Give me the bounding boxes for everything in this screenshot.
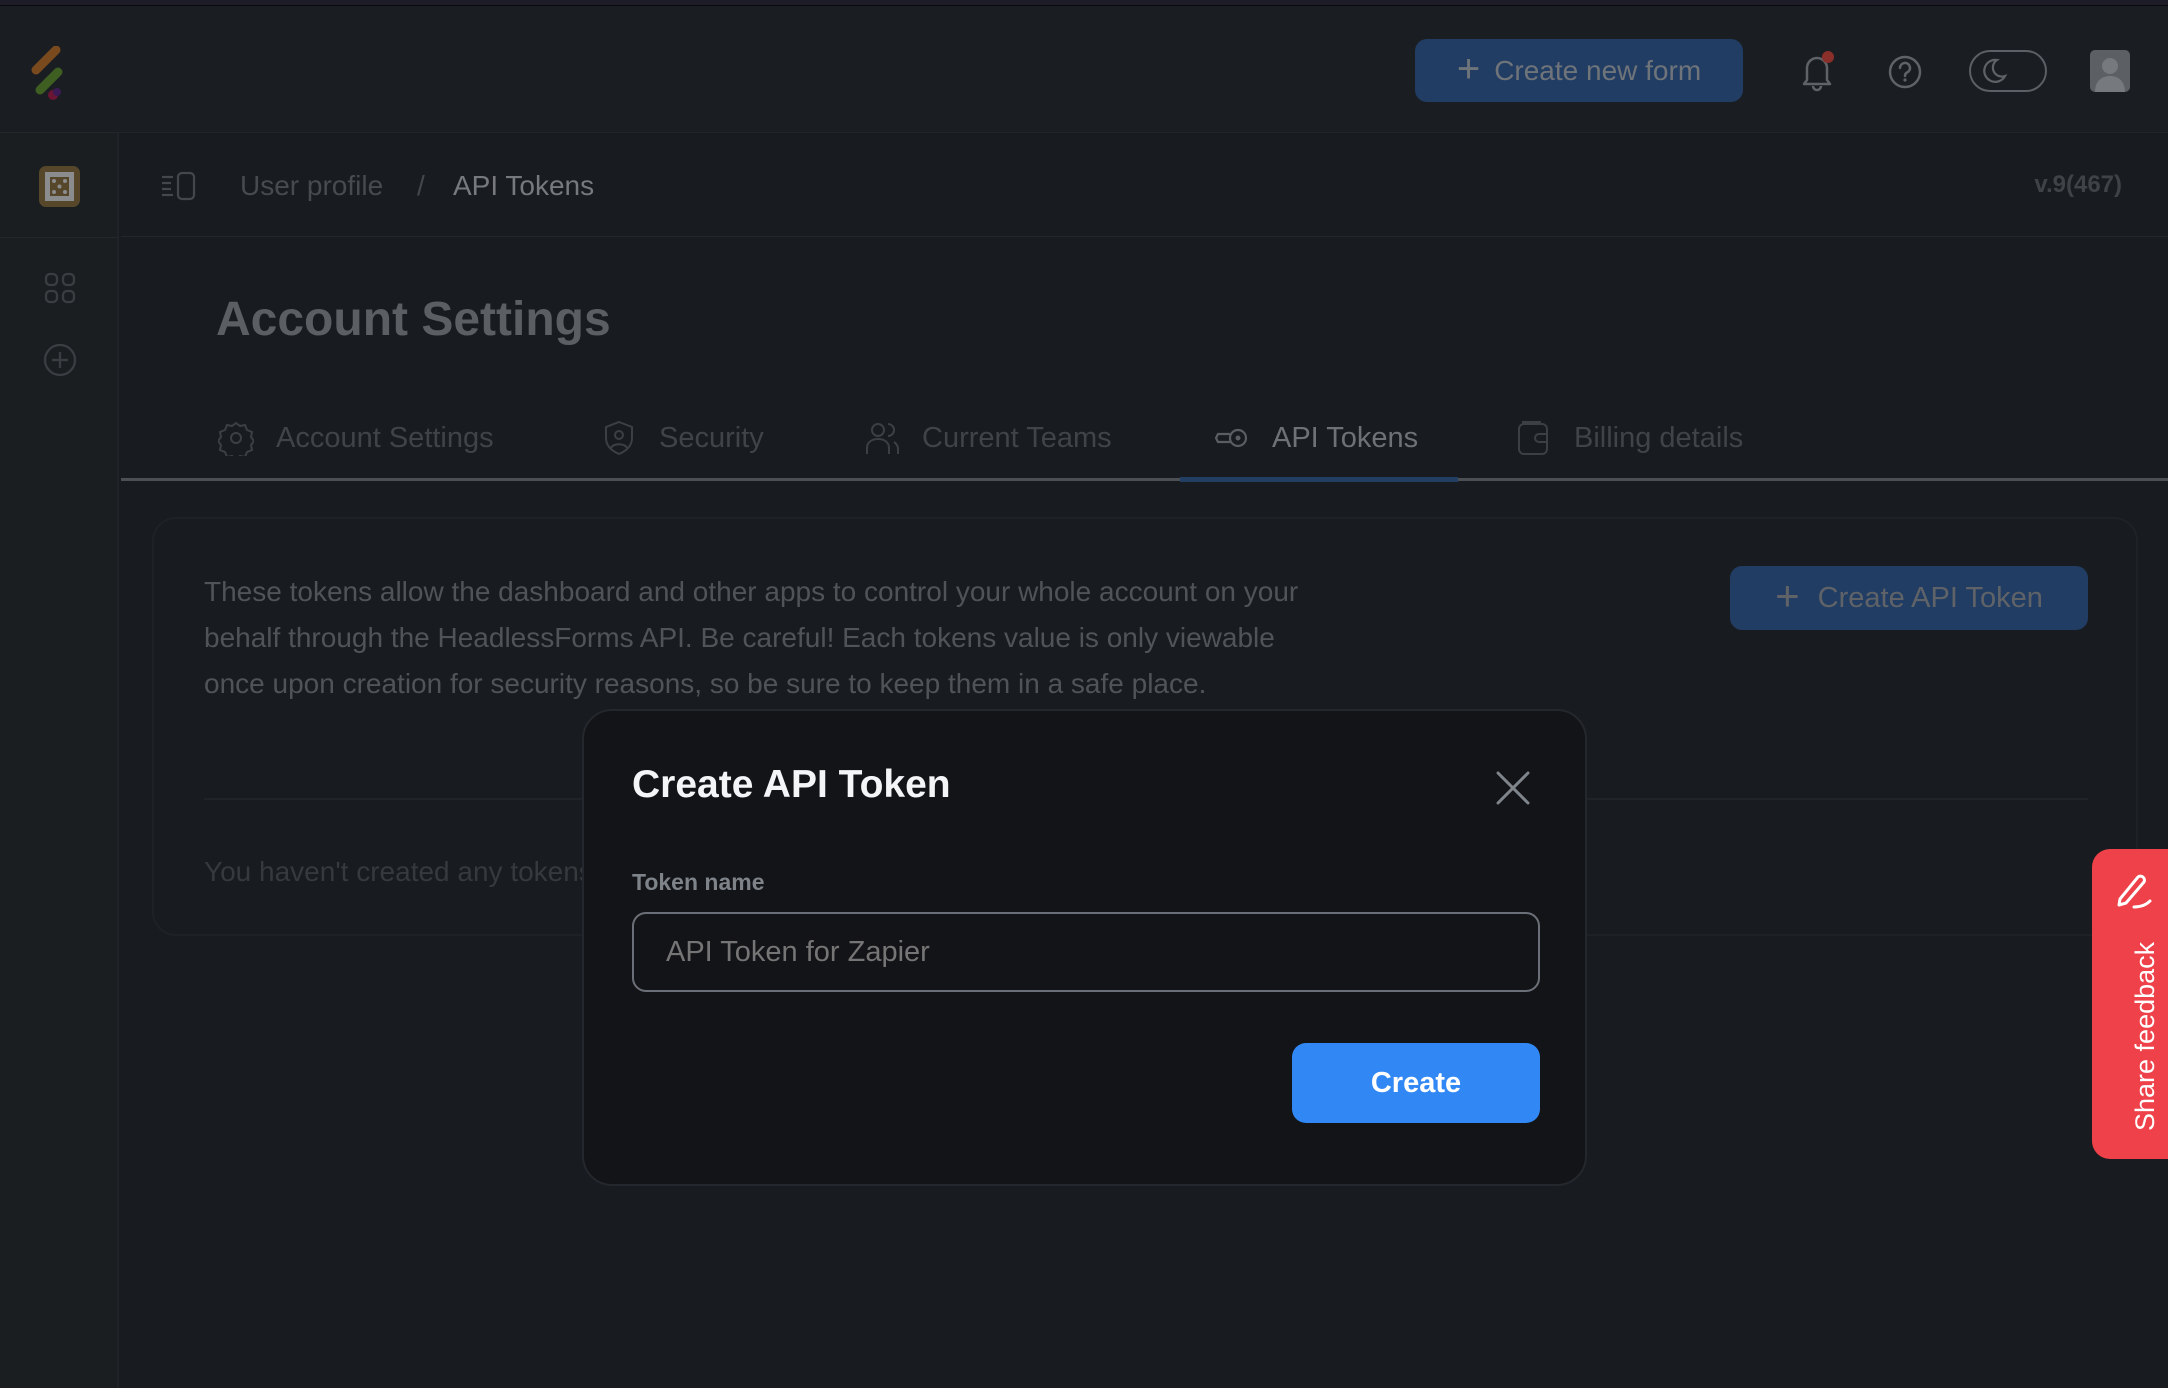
create-api-token-button[interactable]: + Create API Token bbox=[1730, 566, 2088, 630]
sidebar-item-add[interactable] bbox=[41, 341, 79, 379]
tab-label: Security bbox=[659, 421, 764, 454]
sidebar-item-dashboard[interactable] bbox=[41, 269, 79, 307]
grid-icon bbox=[44, 272, 76, 304]
settings-tabs: Account Settings Security Current Teams … bbox=[121, 400, 2168, 482]
create-button[interactable]: Create bbox=[1292, 1043, 1540, 1123]
pencil-icon bbox=[2117, 874, 2152, 909]
create-new-form-button[interactable]: + Create new form bbox=[1415, 39, 1743, 102]
close-icon bbox=[1496, 771, 1530, 805]
tab-label: Current Teams bbox=[922, 421, 1112, 454]
api-tokens-description: These tokens allow the dashboard and oth… bbox=[204, 576, 1299, 699]
bell-icon bbox=[1802, 51, 1834, 92]
notification-badge bbox=[1822, 51, 1834, 63]
top-bar: + Create new form bbox=[0, 6, 2168, 133]
notifications-button[interactable] bbox=[1795, 50, 1839, 94]
user-silhouette-icon bbox=[2095, 58, 2125, 92]
wallet-icon bbox=[1516, 420, 1552, 456]
breadcrumb-separator: / bbox=[417, 170, 425, 201]
tab-label: Billing details bbox=[1574, 421, 1744, 454]
plus-icon: + bbox=[1456, 46, 1481, 91]
sidebar-collapse-icon bbox=[162, 171, 196, 201]
users-icon bbox=[864, 420, 900, 456]
breadcrumb-bar: User profile / API Tokens v.9(467) bbox=[121, 133, 2168, 237]
tab-current-teams[interactable]: Current Teams bbox=[864, 410, 1112, 466]
modal-close-button[interactable] bbox=[1494, 769, 1532, 807]
sidebar bbox=[0, 133, 119, 1388]
share-feedback-label: Share feedback bbox=[2130, 941, 2160, 1131]
question-circle-icon bbox=[1888, 55, 1922, 89]
tab-billing-details[interactable]: Billing details bbox=[1516, 410, 1743, 466]
tab-label: API Tokens bbox=[1272, 421, 1419, 454]
plus-icon: + bbox=[1775, 572, 1800, 619]
tab-label: Account Settings bbox=[276, 421, 494, 454]
create-api-token-modal: Create API Token Token name Create bbox=[582, 709, 1587, 1186]
key-icon bbox=[1214, 420, 1250, 456]
app-logo-icon[interactable] bbox=[30, 45, 70, 102]
theme-toggle[interactable] bbox=[1969, 50, 2047, 92]
token-name-input[interactable] bbox=[632, 912, 1540, 992]
gear-icon bbox=[218, 420, 254, 456]
app-version: v.9(467) bbox=[2034, 171, 2122, 198]
app-root: + Create new form User profile / API Tok… bbox=[0, 0, 2168, 1388]
tab-security[interactable]: Security bbox=[601, 410, 764, 466]
workspace-avatar[interactable] bbox=[39, 166, 80, 207]
help-button[interactable] bbox=[1883, 50, 1927, 94]
sidebar-divider bbox=[0, 237, 119, 238]
breadcrumb-user-profile[interactable]: User profile bbox=[240, 169, 383, 203]
tab-account-settings[interactable]: Account Settings bbox=[218, 410, 494, 466]
token-name-label: Token name bbox=[632, 869, 765, 895]
plus-circle-icon bbox=[43, 343, 77, 377]
moon-icon bbox=[1983, 58, 2008, 83]
sidebar-toggle-button[interactable] bbox=[161, 171, 197, 201]
create-api-token-label: Create API Token bbox=[1817, 581, 2043, 614]
modal-title: Create API Token bbox=[632, 763, 951, 806]
share-feedback-tab[interactable]: Share feedback bbox=[2092, 849, 2168, 1159]
active-tab-indicator bbox=[1180, 477, 1458, 482]
page-title: Account Settings bbox=[216, 293, 611, 346]
user-avatar[interactable] bbox=[2090, 50, 2130, 92]
tab-api-tokens[interactable]: API Tokens bbox=[1214, 410, 1418, 466]
create-new-form-label: Create new form bbox=[1494, 54, 1702, 86]
breadcrumb-api-tokens: API Tokens bbox=[453, 170, 595, 201]
shield-user-icon bbox=[601, 420, 637, 456]
empty-state-text: You haven't created any tokens yet. bbox=[204, 856, 646, 887]
